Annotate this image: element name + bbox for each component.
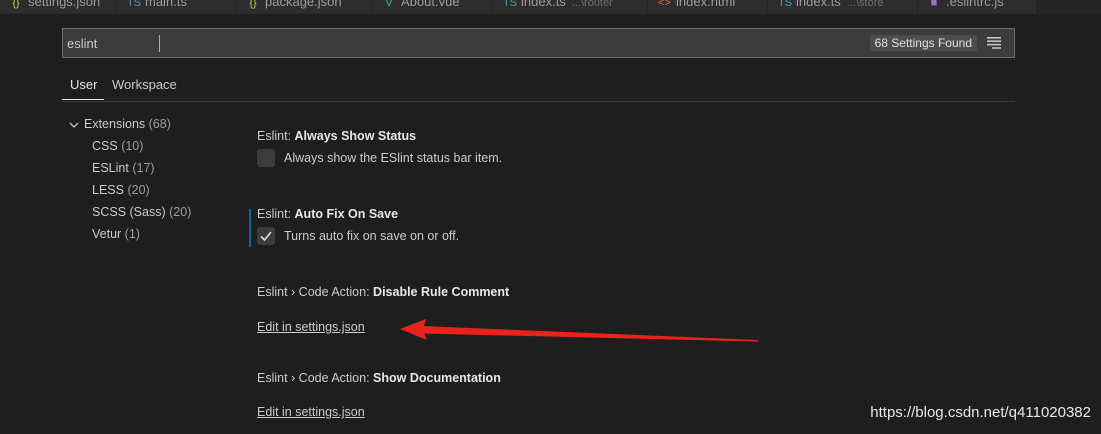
tab-package-json[interactable]: {} package.json bbox=[237, 0, 373, 14]
setting-description: Always show the ESlint status bar item. bbox=[284, 151, 503, 165]
toc-item-vetur[interactable]: Vetur (1) bbox=[92, 227, 140, 241]
setting-auto-fix-on-save: Eslint: Auto Fix On Save Turns auto fix … bbox=[257, 205, 459, 246]
edit-in-settings-json-link[interactable]: Edit in settings.json bbox=[257, 405, 365, 419]
edit-in-settings-json-link[interactable]: Edit in settings.json bbox=[257, 320, 365, 334]
results-count-badge: 68 Settings Found bbox=[869, 35, 977, 51]
check-icon bbox=[260, 231, 272, 242]
toc-item-scss[interactable]: SCSS (Sass) (20) bbox=[92, 205, 191, 219]
setting-always-show-status: Eslint: Always Show Status Always show t… bbox=[257, 127, 502, 168]
auto-fix-on-save-checkbox[interactable] bbox=[257, 227, 275, 245]
settings-search-box[interactable]: 68 Settings Found bbox=[62, 28, 1015, 58]
braces-icon: {} bbox=[12, 0, 20, 9]
active-tab-indicator bbox=[62, 99, 104, 100]
tab-workspace[interactable]: Workspace bbox=[112, 77, 177, 92]
setting-title: Eslint: Auto Fix On Save bbox=[257, 207, 399, 221]
settings-search-input[interactable] bbox=[67, 33, 827, 53]
focused-setting-indicator bbox=[249, 209, 251, 247]
toc-item-css[interactable]: CSS (10) bbox=[92, 139, 143, 153]
tab-index-ts-store[interactable]: TS index.ts ...\store bbox=[768, 0, 918, 14]
setting-description: Turns auto fix on save on or off. bbox=[284, 229, 460, 243]
toc-item-less[interactable]: LESS (20) bbox=[92, 183, 150, 197]
tab-index-html[interactable]: <> index.html bbox=[648, 0, 768, 14]
filter-icon[interactable] bbox=[987, 37, 1001, 49]
ts-icon: TS bbox=[503, 0, 518, 9]
tab-user[interactable]: User bbox=[70, 77, 97, 92]
scope-divider bbox=[62, 101, 1015, 102]
js-icon: ■ bbox=[930, 0, 938, 9]
red-arrow-annotation bbox=[400, 319, 758, 342]
toc-group-label: Extensions bbox=[84, 117, 146, 131]
toc-item-eslint[interactable]: ESLint (17) bbox=[92, 161, 155, 175]
toc-group-extensions[interactable]: Extensions (68) bbox=[62, 117, 171, 131]
text-caret bbox=[159, 35, 160, 52]
toc-group-count: (68) bbox=[148, 117, 171, 131]
setting-show-documentation: Eslint › Code Action: Show Documentation… bbox=[257, 369, 501, 421]
setting-title: Eslint › Code Action: Disable Rule Comme… bbox=[257, 285, 510, 299]
tab-about-vue[interactable]: V About.vue bbox=[373, 0, 493, 14]
always-show-status-checkbox[interactable] bbox=[257, 149, 275, 167]
editor-tab-strip: {} settings.json TS main.ts {} package.json… bbox=[0, 0, 1101, 14]
tab-eslintrc-js[interactable]: ■ .eslintrc.js bbox=[918, 0, 1037, 14]
chevron-down-icon bbox=[69, 122, 79, 128]
vue-icon: V bbox=[385, 0, 393, 9]
braces-icon: {} bbox=[249, 0, 257, 9]
setting-title: Eslint: Always Show Status bbox=[257, 129, 417, 143]
ts-icon: TS bbox=[778, 0, 793, 9]
html-icon: <> bbox=[658, 0, 671, 9]
ts-icon: TS bbox=[127, 0, 142, 9]
tab-strip-empty bbox=[1037, 0, 1101, 14]
watermark-text: https://blog.csdn.net/q411020382 bbox=[870, 404, 1091, 421]
tab-settings-json[interactable]: {} settings.json bbox=[0, 0, 117, 14]
tab-index-ts-router[interactable]: TS index.ts ...\router bbox=[493, 0, 648, 14]
setting-title: Eslint › Code Action: Show Documentation bbox=[257, 371, 501, 385]
tab-main-ts[interactable]: TS main.ts bbox=[117, 0, 237, 14]
